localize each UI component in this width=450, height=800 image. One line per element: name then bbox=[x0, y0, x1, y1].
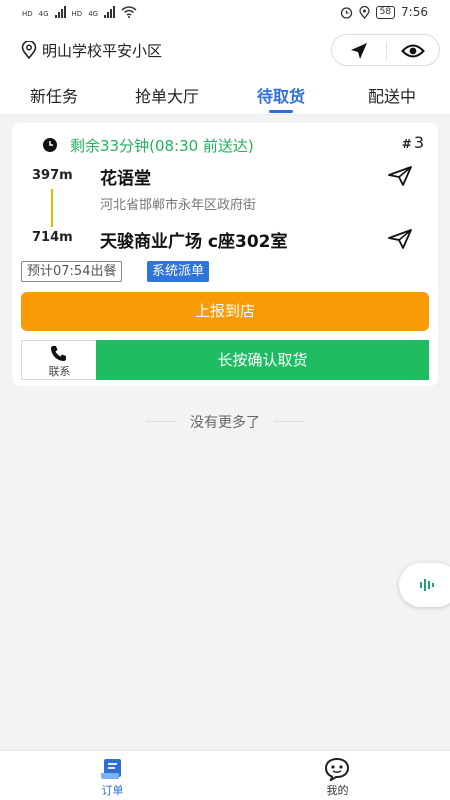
location-header: 明山学校平安小区 bbox=[0, 28, 450, 73]
bottom-navigation: 订单 我的 bbox=[0, 750, 450, 800]
report-arrival-button[interactable]: 上报到店 bbox=[21, 292, 429, 331]
order-number-prefix: # bbox=[401, 137, 412, 151]
alarm-icon bbox=[340, 6, 352, 19]
nav-orders-label: 订单 bbox=[101, 784, 124, 797]
network-label: 4G bbox=[38, 10, 49, 18]
voice-wave-icon bbox=[420, 579, 434, 591]
header-actions bbox=[331, 34, 440, 66]
navigation-arrow-icon[interactable] bbox=[349, 41, 369, 61]
navigate-to-dropoff-icon[interactable] bbox=[387, 228, 413, 250]
pickup-distance: 397m bbox=[32, 168, 73, 183]
order-number-value: 3 bbox=[413, 133, 424, 152]
dispatch-tag: 系统派单 bbox=[147, 261, 210, 282]
eye-icon[interactable] bbox=[401, 41, 425, 61]
order-status-tabs: 新任务 抢单大厅 待取货 配送中 bbox=[0, 73, 450, 115]
hd-label: HD bbox=[22, 10, 33, 18]
nav-orders[interactable]: 订单 bbox=[0, 751, 225, 800]
eta-tag: 预计07:54出餐 bbox=[21, 261, 123, 282]
wifi-icon bbox=[121, 6, 137, 18]
clock-time: 7:56 bbox=[401, 5, 428, 19]
signal-bars-icon-2 bbox=[104, 6, 116, 18]
network-label-2: 4G bbox=[88, 10, 99, 18]
contact-label: 联系 bbox=[48, 365, 71, 378]
phone-icon bbox=[51, 346, 66, 361]
status-right: 58 7:56 bbox=[340, 5, 428, 19]
contact-button[interactable]: 联系 bbox=[21, 340, 96, 380]
no-more-text: 没有更多了 bbox=[190, 415, 260, 431]
dropoff-distance: 714m bbox=[32, 230, 73, 245]
location-icon bbox=[358, 5, 370, 19]
dropoff-address: 天骏商业广场 c座302室 bbox=[100, 232, 288, 252]
order-card[interactable]: 剩余33分钟(08:30 前送达) #3 397m 714m 花语堂 河北省邯郸… bbox=[12, 123, 438, 386]
pickup-address: 河北省邯郸市永年区政府街 bbox=[100, 198, 257, 213]
list-end-indicator: 没有更多了 bbox=[0, 411, 450, 431]
nav-profile-label: 我的 bbox=[326, 784, 349, 797]
tab-order-hall[interactable]: 抢单大厅 bbox=[135, 83, 199, 107]
remaining-time: 剩余33分钟(08:30 前送达) bbox=[70, 137, 254, 155]
nav-profile[interactable]: 我的 bbox=[225, 751, 450, 800]
tab-delivering[interactable]: 配送中 bbox=[368, 83, 416, 107]
clock-icon bbox=[43, 138, 57, 152]
route-line bbox=[51, 189, 53, 227]
orders-icon bbox=[101, 759, 121, 779]
current-location[interactable]: 明山学校平安小区 bbox=[42, 40, 162, 61]
signal-bars-icon bbox=[54, 6, 66, 18]
pickup-shop-name: 花语堂 bbox=[100, 169, 151, 189]
status-bar: HD 4G HD 4G 58 7:56 bbox=[0, 0, 450, 28]
profile-icon bbox=[324, 757, 350, 781]
active-tab-indicator bbox=[269, 110, 293, 113]
tab-new-tasks[interactable]: 新任务 bbox=[30, 83, 78, 107]
navigate-to-pickup-icon[interactable] bbox=[387, 165, 413, 187]
divider bbox=[386, 42, 387, 60]
location-pin-icon bbox=[21, 41, 37, 59]
floating-voice-button[interactable] bbox=[399, 563, 450, 607]
divider-right bbox=[274, 421, 304, 422]
tab-awaiting-pickup[interactable]: 待取货 bbox=[257, 83, 305, 107]
hd-label-2: HD bbox=[71, 10, 83, 18]
battery-icon: 58 bbox=[375, 5, 396, 19]
order-number: #3 bbox=[402, 133, 424, 152]
confirm-pickup-button[interactable]: 长按确认取货 bbox=[96, 340, 429, 380]
signal-indicators: HD 4G HD 4G bbox=[22, 6, 137, 18]
